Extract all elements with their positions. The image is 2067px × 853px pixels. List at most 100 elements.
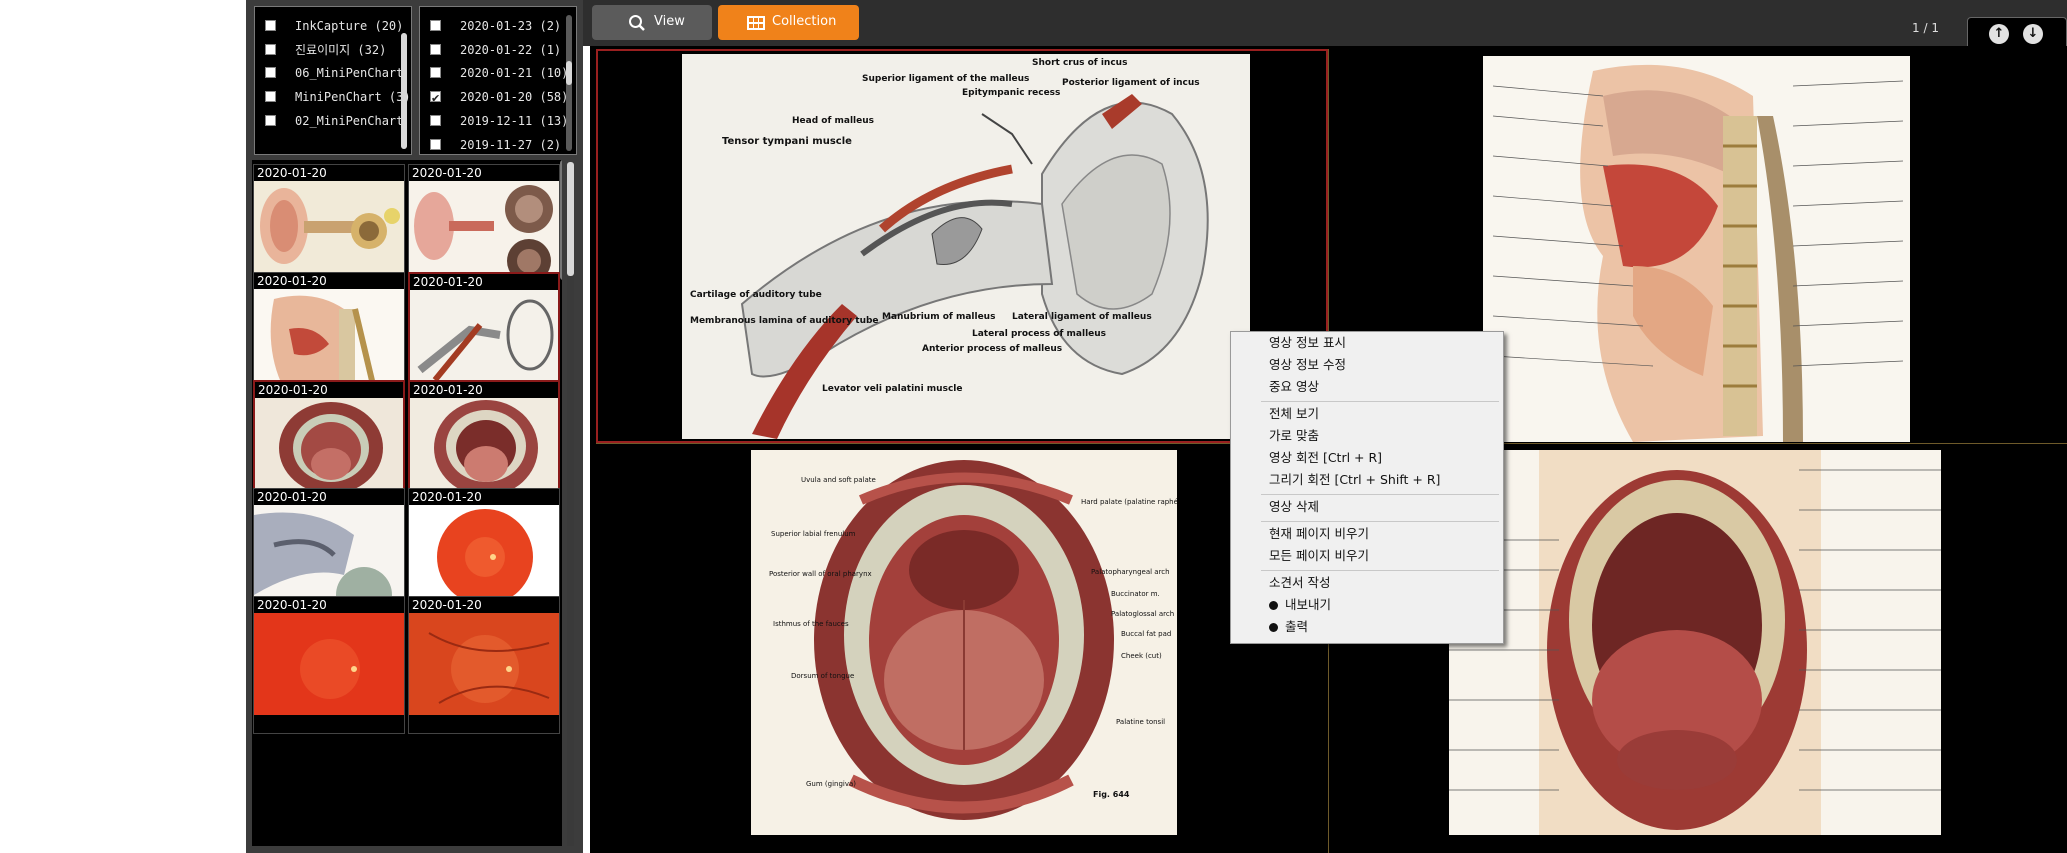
- date-filter-item[interactable]: 2020-01-20 (58): [420, 86, 570, 110]
- thumbnail-date: 2020-01-20: [412, 166, 482, 180]
- oral-cavity-2-icon: [410, 398, 558, 500]
- date-filter-item[interactable]: 2020-01-22 (1): [420, 39, 570, 61]
- scrollbar[interactable]: [401, 33, 407, 149]
- menu-item-important-image[interactable]: 중요 영상: [1269, 377, 1319, 397]
- scrollbar-thumb[interactable]: [566, 61, 572, 85]
- ear-anatomy-sketch-icon: [410, 290, 558, 392]
- retina-fundus-icon: [254, 613, 404, 715]
- thumbnail-date: 2020-01-20: [258, 383, 328, 397]
- menu-item-write-report[interactable]: 소견서 작성: [1269, 573, 1330, 593]
- viewer-cell-selected[interactable]: Short crus of incus Superior ligament of…: [596, 49, 1328, 443]
- thumbnail-grid: 2020-01-20 2020-01-20 2020-01-20 2020-01…: [252, 160, 562, 846]
- anatomy-label: Membranous lamina of auditory tube: [690, 316, 879, 326]
- viewer-cell[interactable]: Uvula and soft palate Hard palate (palat…: [596, 443, 1328, 853]
- grid-icon: [747, 16, 765, 30]
- oral-cavity-detail-image[interactable]: [1449, 450, 1941, 835]
- menu-item-clear-all-pages[interactable]: 모든 페이지 비우기: [1269, 546, 1369, 566]
- menu-separator: [1261, 401, 1499, 402]
- category-filter-item[interactable]: 06_MiniPenChart: [255, 62, 405, 84]
- arrow-down-icon[interactable]: ↓: [2023, 24, 2043, 44]
- anatomy-label: Isthmus of the fauces: [773, 620, 849, 628]
- oral-cavity-icon: [255, 398, 403, 500]
- date-filter-item[interactable]: 2019-12-11 (13): [420, 110, 570, 132]
- menu-item-rotate-drawing[interactable]: 그리기 회전 [Ctrl + Shift + R]: [1269, 470, 1440, 490]
- top-toolbar: View Collection 1 / 1 ↑ ↓: [583, 0, 2067, 47]
- oral-cavity-image[interactable]: Uvula and soft palate Hard palate (palat…: [751, 450, 1177, 835]
- thumbnail-date: 2020-01-20: [412, 598, 482, 612]
- thumbnail[interactable]: 2020-01-20: [253, 596, 405, 734]
- anatomy-label: Levator veli palatini muscle: [822, 384, 963, 394]
- ear-anatomy-color-icon: [254, 181, 404, 283]
- anatomy-label: Uvula and soft palate: [801, 476, 876, 484]
- arrow-up-icon[interactable]: ↑: [1989, 24, 2009, 44]
- date-filter-item[interactable]: 2020-01-23 (2): [420, 15, 570, 37]
- thumbnail-date: 2020-01-20: [257, 598, 327, 612]
- menu-item-edit-image-info[interactable]: 영상 정보 수정: [1269, 355, 1346, 375]
- menu-separator: [1261, 521, 1499, 522]
- context-menu: 영상 정보 표시 영상 정보 수정 중요 영상 전체 보기 가로 맞춤 영상 회…: [1230, 331, 1504, 644]
- head-sagittal-image[interactable]: [1483, 56, 1910, 442]
- scrollbar-thumb[interactable]: [401, 33, 407, 149]
- date-filter-item[interactable]: 2019-11-27 (2): [420, 134, 570, 154]
- checkbox[interactable]: [430, 115, 441, 126]
- anatomy-label: Posterior wall of oral pharynx: [769, 570, 872, 578]
- search-icon: [629, 15, 645, 31]
- menu-separator: [1261, 570, 1499, 571]
- checkbox[interactable]: [430, 139, 441, 150]
- checkbox[interactable]: [265, 20, 276, 31]
- category-filter-item[interactable]: 02_MiniPenChart: [255, 110, 405, 132]
- menu-item-rotate-image[interactable]: 영상 회전 [Ctrl + R]: [1269, 448, 1382, 468]
- anatomy-label: Epitympanic recess: [962, 88, 1061, 98]
- anatomy-label: Manubrium of malleus: [882, 312, 996, 322]
- anatomy-label: Head of malleus: [792, 116, 875, 126]
- menu-item-print[interactable]: 출력: [1269, 617, 1308, 637]
- bullet-icon: [1269, 601, 1278, 610]
- checkbox[interactable]: [265, 67, 276, 78]
- thumbnail-date: 2020-01-20: [412, 490, 482, 504]
- thumbnail-date: 2020-01-20: [257, 490, 327, 504]
- collection-button[interactable]: Collection: [718, 5, 859, 40]
- menu-separator: [1261, 494, 1499, 495]
- checkbox[interactable]: [265, 44, 276, 55]
- anatomy-label: Tensor tympani muscle: [722, 136, 852, 147]
- thumbnail-scrollbar-thumb[interactable]: [567, 162, 574, 276]
- anatomy-label: Lateral process of malleus: [972, 329, 1107, 339]
- left-panel: InkCapture (20) 진료이미지 (32) 06_MiniPenCha…: [246, 0, 583, 853]
- head-sagittal-section-icon: [254, 289, 404, 391]
- page-indicator: 1 / 1: [1912, 21, 1939, 35]
- thumbnail[interactable]: 2020-01-20: [408, 596, 560, 734]
- checkbox[interactable]: [265, 115, 276, 126]
- category-filter-item[interactable]: 진료이미지 (32): [255, 39, 405, 61]
- category-filter-list: InkCapture (20) 진료이미지 (32) 06_MiniPenCha…: [254, 6, 412, 155]
- checkbox[interactable]: [430, 44, 441, 55]
- anatomy-label: Palatoglossal arch: [1111, 610, 1175, 618]
- thumbnail-date: 2020-01-20: [257, 274, 327, 288]
- checkbox[interactable]: [265, 91, 276, 102]
- retina-fundus-2-icon: [409, 613, 559, 715]
- view-button-label: View: [654, 14, 685, 29]
- anatomy-label: Lateral ligament of malleus: [1012, 312, 1152, 322]
- category-filter-item[interactable]: MiniPenChart (3): [255, 86, 411, 108]
- thumbnail-scrollbar-track[interactable]: [567, 276, 574, 846]
- menu-item-delete-image[interactable]: 영상 삭제: [1269, 497, 1319, 517]
- ear-anatomy-image[interactable]: Short crus of incus Superior ligament of…: [682, 54, 1250, 439]
- menu-item-show-image-info[interactable]: 영상 정보 표시: [1269, 333, 1346, 353]
- menu-item-fit-width[interactable]: 가로 맞춤: [1269, 426, 1319, 446]
- scrollbar[interactable]: [566, 15, 572, 151]
- anatomy-label: Dorsum of tongue: [791, 672, 855, 680]
- checkbox[interactable]: [430, 20, 441, 31]
- anatomy-label: Cartilage of auditory tube: [690, 290, 822, 300]
- category-filter-item[interactable]: InkCapture (20): [255, 15, 405, 37]
- view-button[interactable]: View: [592, 5, 712, 40]
- anatomy-label: Fig. 644: [1093, 790, 1130, 799]
- date-filter-item[interactable]: 2020-01-21 (10): [420, 62, 570, 84]
- menu-item-export[interactable]: 내보내기: [1269, 595, 1331, 615]
- anatomy-label: Palatopharyngeal arch: [1091, 568, 1170, 576]
- checkbox[interactable]: [430, 67, 441, 78]
- checkbox-checked[interactable]: [430, 88, 441, 110]
- anatomy-label: Buccal fat pad: [1121, 630, 1172, 638]
- thumbnail-scrollbar[interactable]: [560, 160, 562, 280]
- menu-item-clear-current-page[interactable]: 현재 페이지 비우기: [1269, 524, 1369, 544]
- menu-item-fit-all[interactable]: 전체 보기: [1269, 404, 1319, 424]
- anatomy-label: Gum (gingiva): [806, 780, 857, 788]
